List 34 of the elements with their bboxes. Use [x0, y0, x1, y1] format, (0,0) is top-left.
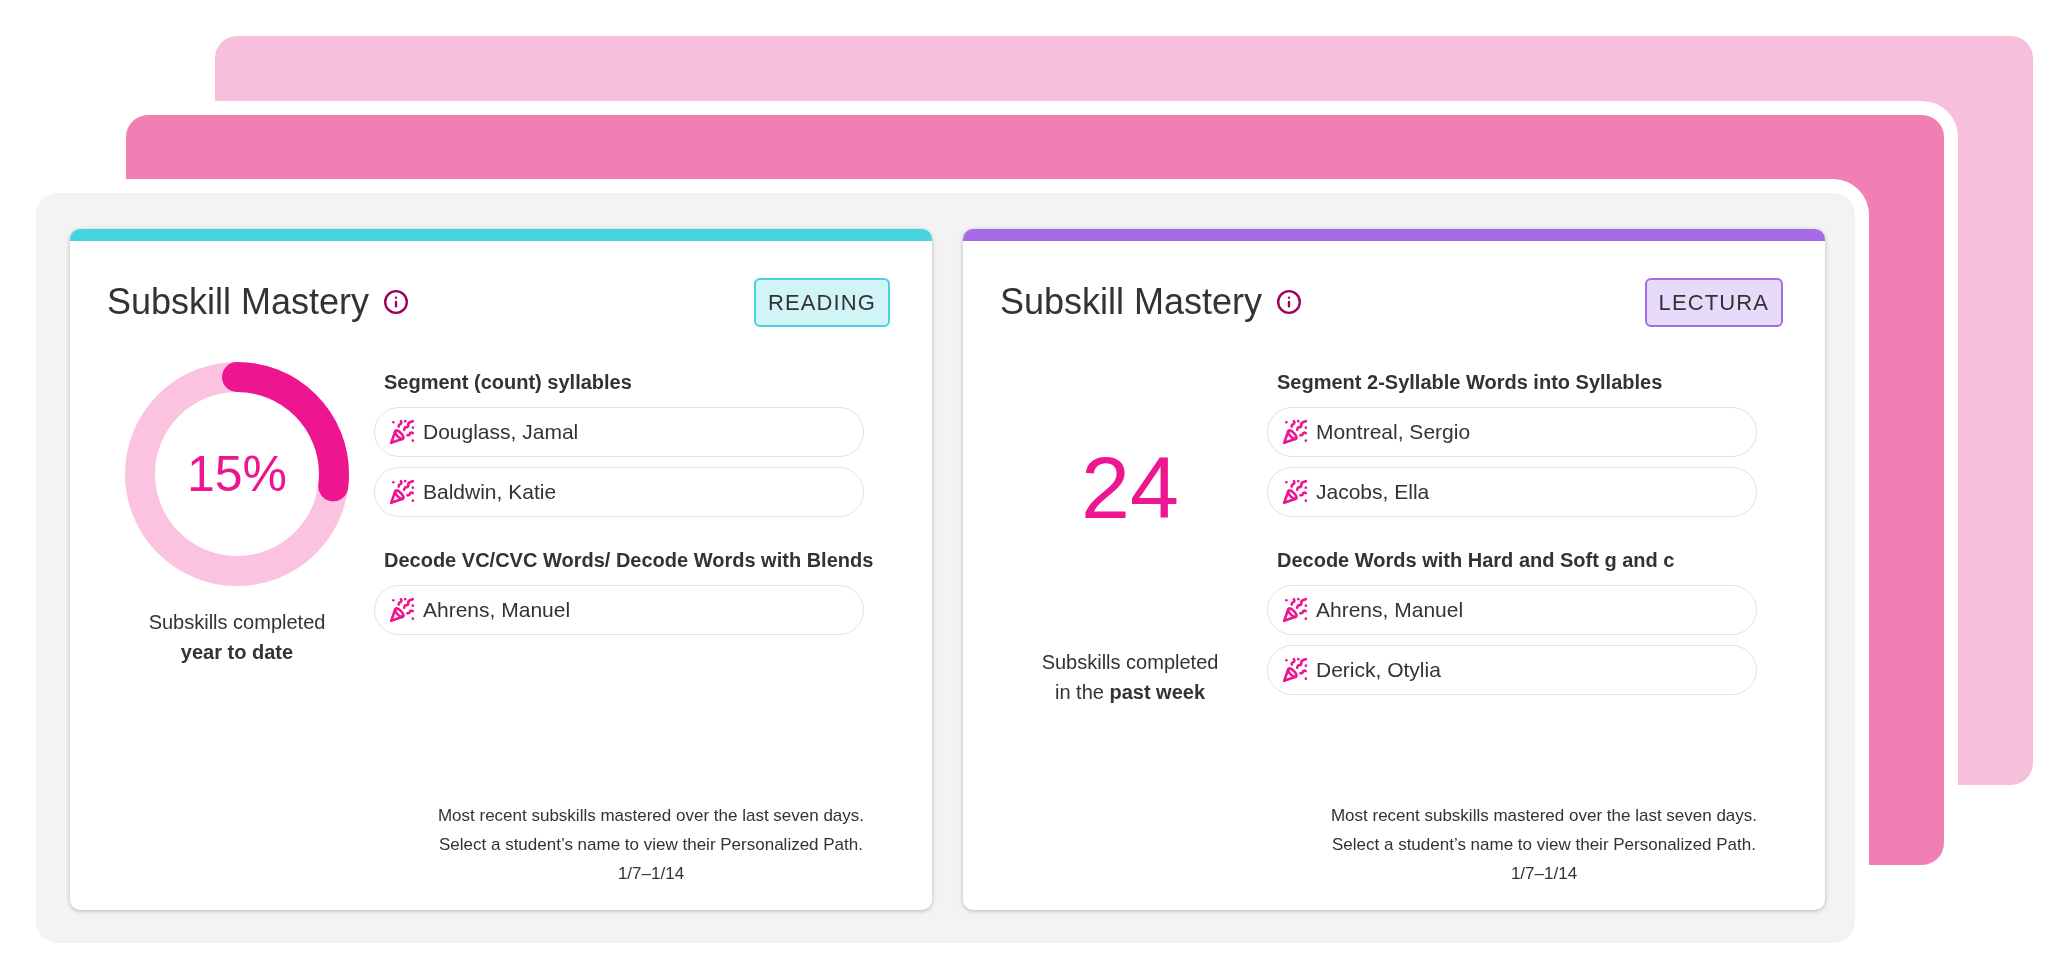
- info-icon[interactable]: [1276, 289, 1303, 315]
- footer-note: Select a student’s name to view their Personalized Path.: [1332, 834, 1756, 856]
- subject-tag: LECTURA: [1644, 277, 1783, 327]
- stat-caption: Subskills completed year to date: [147, 610, 327, 665]
- subject-tag: READING: [754, 277, 890, 327]
- footer-note: Most recent subskills mastered over the last seven days.: [437, 805, 865, 827]
- count-value: 24: [1081, 444, 1179, 532]
- party-popper-icon: [389, 479, 415, 505]
- skill-heading: Decode Words with Hard and Soft g and c: [1276, 548, 1676, 573]
- info-icon[interactable]: [383, 289, 410, 315]
- footer-note: Most recent subskills mastered over the last seven days.: [1330, 805, 1758, 827]
- party-popper-icon: [1282, 479, 1308, 505]
- card-title: Subskill Mastery: [107, 280, 370, 324]
- card-title: Subskill Mastery: [1000, 280, 1263, 324]
- percent-value: 15%: [186, 449, 288, 499]
- party-popper-icon: [1282, 657, 1308, 683]
- party-popper-icon: [389, 597, 415, 623]
- student-pill[interactable]: Ahrens, Manuel: [1267, 585, 1757, 635]
- skill-heading: Segment (count) syllables: [383, 370, 633, 395]
- student-pill[interactable]: Montreal, Sergio: [1267, 407, 1757, 457]
- student-pill[interactable]: Baldwin, Katie: [374, 467, 864, 517]
- student-pill[interactable]: Derick, Otylia: [1267, 645, 1757, 695]
- student-pill[interactable]: Ahrens, Manuel: [374, 585, 864, 635]
- date-range: 1/7–1/14: [1510, 863, 1578, 885]
- student-pill[interactable]: Jacobs, Ella: [1267, 467, 1757, 517]
- skill-heading: Segment 2-Syllable Words into Syllables: [1276, 370, 1664, 395]
- party-popper-icon: [1282, 419, 1308, 445]
- party-popper-icon: [389, 419, 415, 445]
- stat-caption: Subskills completed in the past week: [1040, 650, 1220, 705]
- student-pill[interactable]: Douglass, Jamal: [374, 407, 864, 457]
- date-range: 1/7–1/14: [617, 863, 685, 885]
- footer-note: Select a student’s name to view their Personalized Path.: [439, 834, 863, 856]
- skill-heading: Decode VC/CVC Words/ Decode Words with Blends: [383, 548, 875, 573]
- party-popper-icon: [1282, 597, 1308, 623]
